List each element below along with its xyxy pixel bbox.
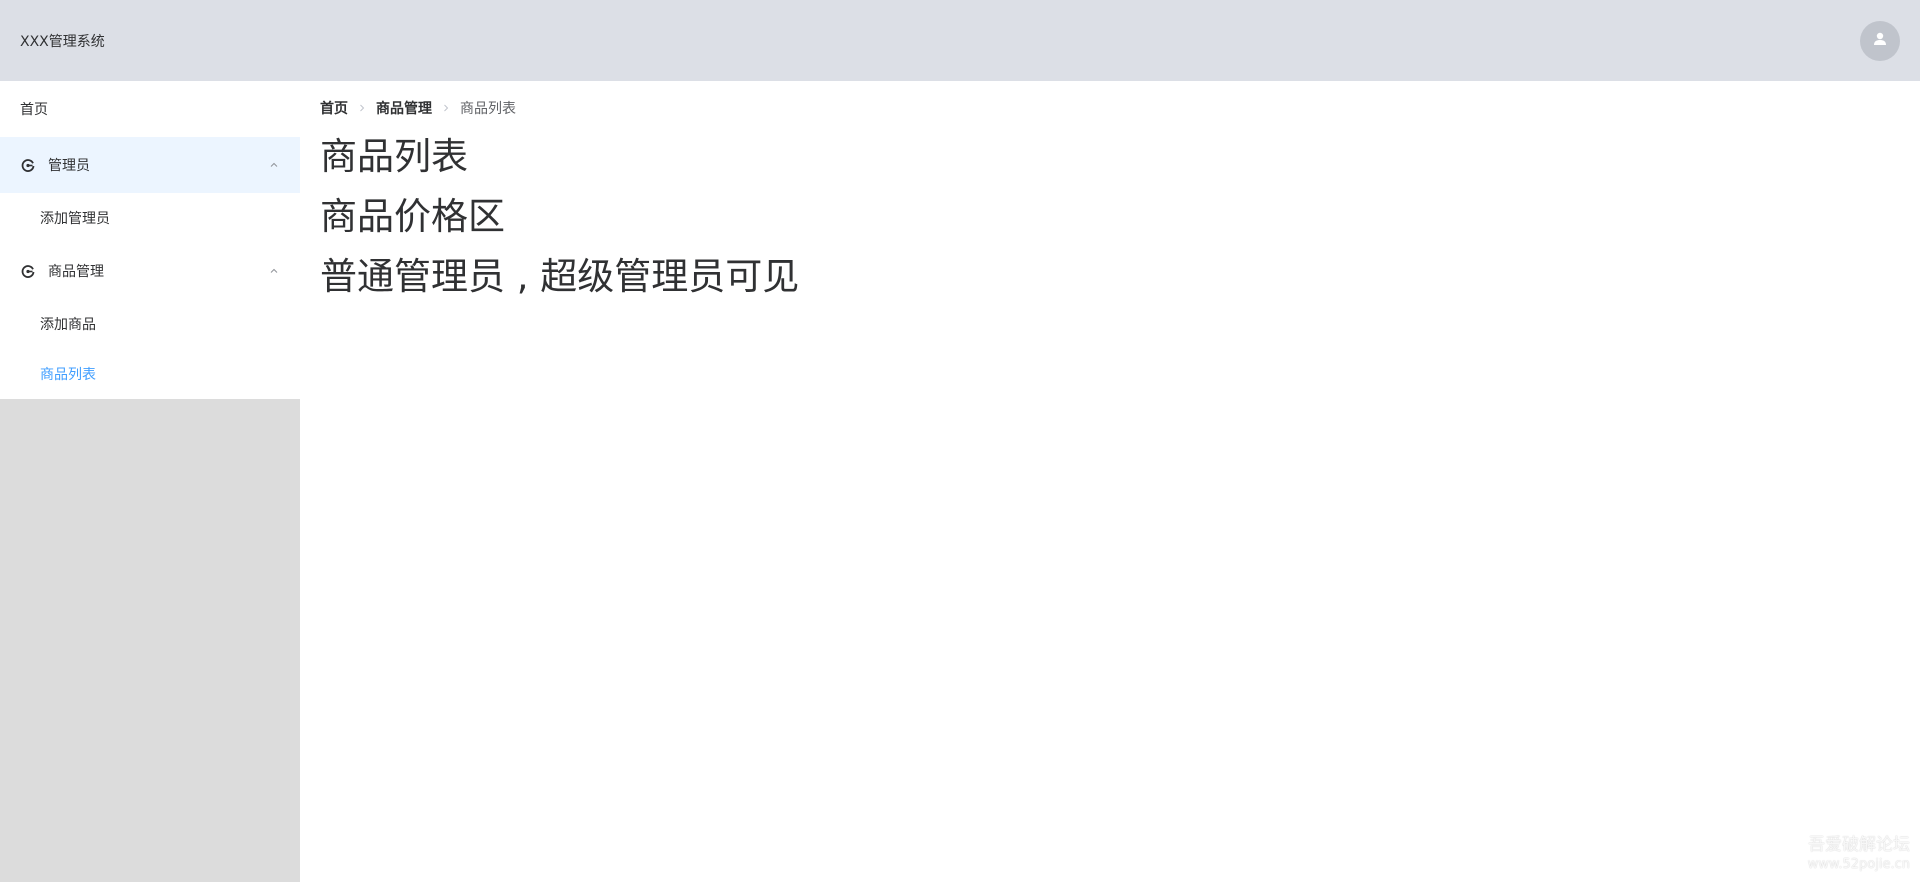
chevron-right-icon — [357, 103, 367, 113]
chevron-right-icon — [441, 103, 451, 113]
visibility-note: 普通管理员 , 超级管理员可见 — [320, 255, 800, 298]
sidebar-item-label: 添加管理员 — [40, 211, 110, 227]
submenu-admin-label: 管理员 — [48, 158, 90, 174]
top-header: XXX管理系统 — [0, 0, 1920, 81]
user-icon — [1872, 31, 1888, 51]
app-title: XXX管理系统 — [20, 33, 105, 50]
avatar[interactable] — [1860, 20, 1900, 61]
sidebar-menu: 首页 管理员 添加管理员 商品管理 添加商品 商品列表 — [0, 81, 300, 399]
sidebar: 首页 管理员 添加管理员 商品管理 添加商品 商品列表 — [0, 81, 300, 882]
sidebar-item-add-admin[interactable]: 添加管理员 — [0, 193, 300, 243]
sidebar-item-label: 首页 — [20, 102, 48, 118]
breadcrumb-home[interactable]: 首页 — [320, 98, 348, 118]
dashboard-icon — [20, 157, 36, 173]
sidebar-item-goods-list[interactable]: 商品列表 — [0, 349, 300, 399]
sidebar-item-home[interactable]: 首页 — [0, 81, 300, 137]
breadcrumb-goods-management[interactable]: 商品管理 — [376, 98, 432, 118]
main-content: 首页 商品管理 商品列表 商品列表 商品价格区 普通管理员 , 超级管理员可见 — [300, 81, 1920, 882]
sidebar-item-label: 添加商品 — [40, 317, 96, 333]
submenu-admin[interactable]: 管理员 — [0, 137, 300, 193]
chevron-up-icon — [268, 265, 280, 277]
sidebar-item-add-goods[interactable]: 添加商品 — [0, 299, 300, 349]
page-body: 商品列表 商品价格区 普通管理员 , 超级管理员可见 — [320, 127, 1900, 307]
chevron-up-icon — [268, 159, 280, 171]
submenu-goods-label: 商品管理 — [48, 264, 104, 280]
submenu-goods[interactable]: 商品管理 — [0, 243, 300, 299]
breadcrumb: 首页 商品管理 商品列表 — [320, 98, 1900, 118]
price-section-heading: 商品价格区 — [320, 195, 505, 238]
breadcrumb-goods-list: 商品列表 — [460, 101, 516, 117]
page-title: 商品列表 — [320, 135, 468, 178]
sidebar-item-label: 商品列表 — [40, 367, 96, 383]
dashboard-icon — [20, 263, 36, 279]
